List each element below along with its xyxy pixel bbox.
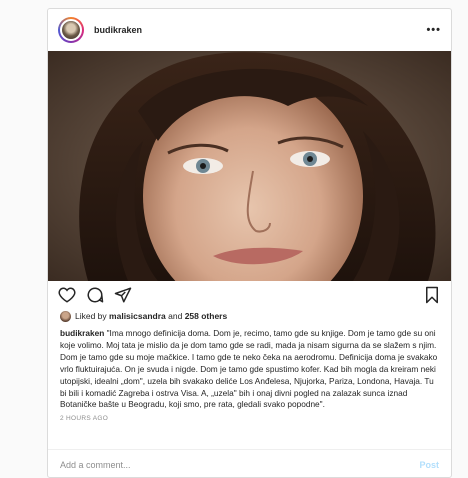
liked-by-user[interactable]: malisicsandra (109, 311, 166, 321)
post-header: budikraken ••• (48, 9, 451, 51)
post-caption: budikraken "Ima mnogo definicija doma. D… (48, 323, 451, 411)
likes-summary: Liked by malisicsandra and 258 others (48, 309, 451, 323)
caption-text: "Ima mnogo definicija doma. Dom je, reci… (60, 328, 438, 410)
portrait-image (48, 51, 451, 281)
liker-avatar[interactable] (60, 310, 71, 322)
comment-bar: Post (48, 449, 451, 477)
caption-username[interactable]: budikraken (60, 328, 104, 338)
post-username[interactable]: budikraken (94, 25, 142, 35)
post-photo[interactable] (48, 51, 451, 281)
liked-by-prefix: Liked by (75, 311, 107, 321)
more-icon[interactable]: ••• (426, 24, 441, 36)
avatar[interactable] (58, 17, 84, 43)
post-card: budikraken ••• Liked by malisicsandra an… (47, 8, 452, 478)
heart-icon[interactable] (58, 286, 76, 304)
comment-input[interactable] (60, 459, 420, 470)
avatar-image (60, 19, 82, 41)
comment-icon[interactable] (86, 286, 104, 304)
liked-by-others[interactable]: 258 others (185, 311, 228, 321)
post-comment-button[interactable]: Post (419, 460, 439, 470)
action-bar (48, 281, 451, 309)
post-timestamp[interactable]: 2 HOURS AGO (48, 411, 451, 422)
liked-by-and: and (168, 311, 183, 321)
share-icon[interactable] (114, 286, 132, 304)
bookmark-icon[interactable] (423, 286, 441, 304)
